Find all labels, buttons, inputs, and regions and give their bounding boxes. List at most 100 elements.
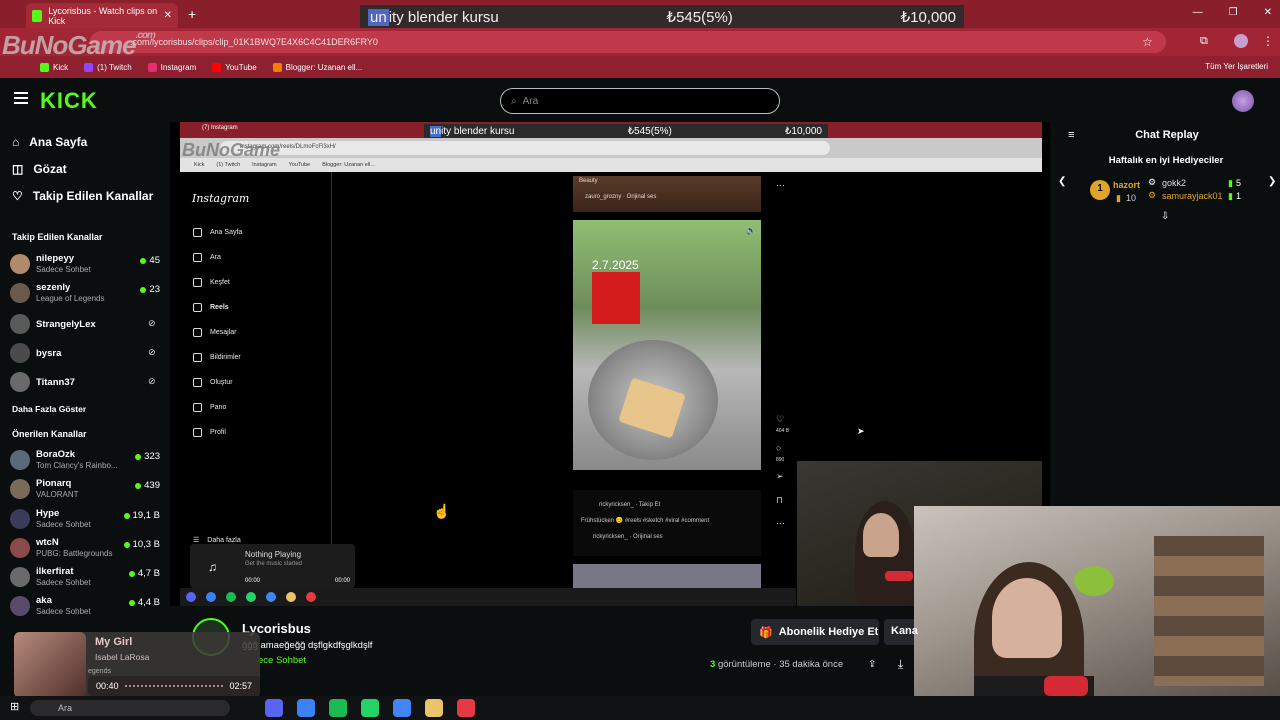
minimize-icon[interactable]: — bbox=[1193, 7, 1203, 18]
new-tab-button[interactable]: + bbox=[188, 6, 196, 22]
channel-item[interactable]: BoraOzk Tom Clancy's Rainbo... 323 bbox=[10, 448, 160, 474]
download-icon[interactable]: ⤓ bbox=[898, 657, 903, 672]
ig-nav-item: Ara bbox=[193, 253, 221, 262]
gifter-name[interactable]: hazort bbox=[1113, 180, 1140, 190]
channel-item[interactable]: StrangelyLex ⊘ bbox=[10, 312, 160, 338]
nav-item-0[interactable]: ⌂ Ana Sayfa bbox=[12, 135, 87, 149]
taskbar-app-icon[interactable] bbox=[425, 699, 443, 717]
viewer-count: 323 bbox=[135, 451, 160, 462]
channel-item[interactable]: aka Sadece Sohbet 4,4 B bbox=[10, 594, 160, 620]
taskbar-app-icon[interactable] bbox=[457, 699, 475, 717]
channel-avatar bbox=[10, 343, 30, 363]
taskbar-app-icon[interactable] bbox=[361, 699, 379, 717]
video-bookmark: Instagram bbox=[252, 162, 277, 168]
chevron-right-icon[interactable]: ❯ bbox=[1268, 176, 1276, 187]
windows-start-icon[interactable]: ⊞ bbox=[10, 700, 19, 713]
extensions-icon[interactable]: ⧉ bbox=[1200, 35, 1208, 48]
menu-dots-icon[interactable]: ⋮ bbox=[1262, 34, 1274, 48]
taskbar-search[interactable]: Ara bbox=[30, 700, 230, 716]
share-icon[interactable]: ➢ bbox=[776, 471, 784, 482]
reel-more-icon[interactable]: ⋯ bbox=[776, 180, 785, 191]
video-taskbar-app-icon bbox=[186, 592, 196, 602]
taskbar-app-icon[interactable] bbox=[265, 699, 283, 717]
nav-item-2[interactable]: ♡ Takip Edilen Kanallar bbox=[12, 189, 153, 203]
channel-item[interactable]: bysra ⊘ bbox=[10, 341, 160, 367]
channel-item[interactable]: Pionarq VALORANT 439 bbox=[10, 477, 160, 503]
channel-avatar bbox=[10, 596, 30, 616]
followed-title: Takip Edilen Kanallar bbox=[12, 232, 103, 242]
instagram-logo: Instagram bbox=[192, 192, 250, 205]
all-bookmarks[interactable]: Tüm Yer İşaretleri bbox=[1205, 62, 1268, 71]
ig-nav-icon bbox=[193, 278, 202, 287]
bookmark-item[interactable]: (1) Twitch bbox=[84, 62, 132, 72]
ig-nav-item: Bildirimler bbox=[193, 353, 241, 362]
reel-red-sticker bbox=[592, 272, 640, 324]
mouse-cursor-icon: ☝ bbox=[433, 503, 451, 519]
mute-icon[interactable]: 🔈 bbox=[746, 226, 756, 235]
ig-nav-icon bbox=[193, 378, 202, 387]
close-tab-icon[interactable]: ✕ bbox=[164, 10, 172, 21]
maximize-icon[interactable]: ❐ bbox=[1229, 7, 1238, 18]
channel-item[interactable]: nilepeyy Sadece Sohbet 45 bbox=[10, 252, 160, 278]
bookmark-item[interactable]: Blogger: Uzanan ell... bbox=[272, 62, 362, 72]
sidebar bbox=[0, 122, 170, 720]
save-icon[interactable]: ⊓ bbox=[776, 495, 783, 506]
channel-item[interactable]: sezenly League of Legends 23 bbox=[10, 281, 160, 307]
clip-category[interactable]: ece Sohbet bbox=[258, 655, 306, 666]
url-field[interactable]: .com/lycorisbus/clips/clip_01K1BWQ7E4X6C… bbox=[90, 31, 1166, 53]
channel-avatar bbox=[10, 567, 30, 587]
bookmark-item[interactable]: Kick bbox=[40, 62, 68, 72]
taskbar-app-icon[interactable] bbox=[297, 699, 315, 717]
comment-icon[interactable]: ○ bbox=[776, 443, 781, 453]
ig-nav-icon bbox=[193, 253, 202, 262]
bookmark-item[interactable]: Instagram bbox=[147, 62, 196, 72]
profile-avatar-icon[interactable] bbox=[1234, 34, 1248, 48]
share-clip-icon[interactable]: ⇪ bbox=[868, 659, 876, 670]
search-input[interactable]: ⌕ Ara bbox=[500, 88, 780, 114]
bookmark-item[interactable]: YouTube bbox=[212, 62, 257, 72]
chevron-left-icon[interactable]: ❮ bbox=[1058, 176, 1066, 187]
taskbar-app-icon[interactable] bbox=[393, 699, 411, 717]
nav-item-1[interactable]: ◫ Gözat bbox=[12, 162, 67, 176]
bookmark-icon bbox=[212, 62, 222, 72]
collapse-chat-icon[interactable]: ≡ bbox=[1068, 129, 1074, 141]
close-window-icon[interactable]: ✕ bbox=[1264, 7, 1272, 18]
video-taskbar-app-icon bbox=[306, 592, 316, 602]
gift-count-icon: ▮ bbox=[1228, 191, 1233, 201]
song-title: My Girl bbox=[95, 636, 133, 648]
channel-item[interactable]: wtcN PUBG: Battlegrounds 10,3 B bbox=[10, 536, 160, 562]
browser-tab[interactable]: Lycorisbus - Watch clips on Kick ✕ bbox=[26, 3, 178, 28]
channel-item[interactable]: ilkerfirat Sadece Sohbet 4,7 B bbox=[10, 565, 160, 591]
goal-target: ₺10,000 bbox=[900, 9, 956, 26]
ig-nav-item: Oluştur bbox=[193, 378, 233, 387]
channel-item[interactable]: Hype Sadece Sohbet 19,1 B bbox=[10, 507, 160, 533]
like-icon[interactable]: ♡ bbox=[776, 414, 784, 425]
gifter-count: 5 bbox=[1236, 178, 1242, 188]
reel-options-icon[interactable]: ⋯ bbox=[776, 518, 785, 529]
video-taskbar-app-icon bbox=[286, 592, 296, 602]
gift-icon: ⚙ bbox=[1148, 190, 1157, 200]
kick-logo[interactable]: KICK bbox=[40, 88, 98, 114]
gift-sub-button[interactable]: 🎁 Abonelik Hediye Et bbox=[751, 619, 879, 645]
video-url: instagram.com/reels/DLmoFcFl3xH/ bbox=[220, 141, 830, 155]
star-bookmark-icon[interactable]: ☆ bbox=[1142, 35, 1153, 49]
show-more-link[interactable]: Daha Fazla Göster bbox=[12, 404, 86, 414]
ig-nav-item: Pano bbox=[193, 403, 226, 412]
video-ig-tab: (7) Instagram bbox=[202, 125, 238, 131]
reel-info: rickyricksen_ · Takip Et Frühstücken 😊 #… bbox=[573, 490, 761, 556]
user-avatar[interactable] bbox=[1232, 90, 1254, 112]
bookmarks-bar: Kick (1) Twitch Instagram YouTube Blogger: U… bbox=[0, 56, 1280, 78]
expand-icon[interactable]: ⇩ bbox=[1161, 211, 1169, 222]
viewer-count: 10,3 B bbox=[123, 539, 160, 550]
channel-button[interactable]: Kana bbox=[884, 619, 918, 645]
taskbar-app-icon[interactable] bbox=[329, 699, 347, 717]
browse-icon: ◫ bbox=[12, 162, 24, 176]
gifter-name[interactable]: gokk2 bbox=[1162, 178, 1186, 188]
gifter-name[interactable]: samurayjack01 bbox=[1162, 191, 1223, 201]
channel-item[interactable]: Titann37 ⊘ bbox=[10, 370, 160, 396]
video-bookmark: YouTube bbox=[288, 162, 311, 168]
reel-previous: Beauty zauro_grozny · Orijinal ses bbox=[573, 176, 761, 212]
hamburger-menu-icon[interactable] bbox=[14, 92, 28, 104]
viewer-count: 439 bbox=[135, 480, 160, 491]
rank-badge: 1 bbox=[1090, 180, 1110, 200]
